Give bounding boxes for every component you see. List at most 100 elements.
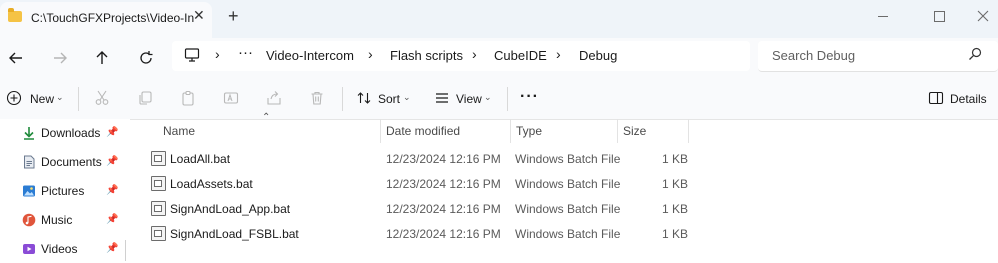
file-size: 1 KB xyxy=(662,202,689,216)
videos-icon xyxy=(22,242,36,256)
minimize-icon xyxy=(878,15,888,17)
rename-icon[interactable] xyxy=(221,88,241,108)
file-name: LoadAssets.bat xyxy=(170,177,253,191)
new-caret-icon[interactable]: ⌄ xyxy=(56,92,64,103)
column-header-name[interactable]: Name xyxy=(163,124,195,138)
file-size: 1 KB xyxy=(662,177,689,191)
breadcrumb-debug[interactable]: Debug xyxy=(579,48,617,63)
column-divider[interactable] xyxy=(688,119,689,143)
new-icon[interactable] xyxy=(4,88,24,108)
back-button[interactable] xyxy=(2,44,30,72)
file-size: 1 KB xyxy=(662,227,689,241)
nav-item-label: Downloads xyxy=(41,126,101,140)
file-type: Windows Batch File xyxy=(515,177,621,191)
breadcrumb-overflow[interactable]: ··· xyxy=(238,44,253,61)
up-button[interactable] xyxy=(88,44,116,72)
close-window-button[interactable] xyxy=(960,0,998,32)
batch-file-icon xyxy=(151,176,166,191)
column-header-type[interactable]: Type xyxy=(516,124,542,138)
file-name: SignAndLoad_App.bat xyxy=(170,202,291,216)
computer-icon xyxy=(184,47,200,66)
pin-icon: 📌 xyxy=(106,156,119,167)
pin-icon: 📌 xyxy=(106,243,119,254)
share-icon[interactable] xyxy=(264,88,284,108)
delete-icon[interactable] xyxy=(307,88,327,108)
file-row[interactable]: LoadAll.bat 12/23/2024 12:16 PM Windows … xyxy=(140,146,700,171)
nav-item-label: Music xyxy=(41,213,73,227)
minimize-button[interactable] xyxy=(860,0,906,32)
batch-file-icon xyxy=(151,201,166,216)
view-icon[interactable] xyxy=(432,88,452,108)
pin-icon: 📌 xyxy=(106,214,119,225)
file-row[interactable]: SignAndLoad_FSBL.bat 12/23/2024 12:16 PM… xyxy=(140,221,700,246)
breadcrumb-flash-scripts[interactable]: Flash scripts xyxy=(390,48,463,63)
nav-item-documents[interactable]: Documents 📌 xyxy=(22,152,122,176)
copy-icon[interactable] xyxy=(135,88,155,108)
file-row[interactable]: LoadAssets.bat 12/23/2024 12:16 PM Windo… xyxy=(140,171,700,196)
back-arrow-icon xyxy=(9,52,22,64)
column-header-date[interactable]: Date modified xyxy=(386,124,460,138)
file-row[interactable]: SignAndLoad_App.bat 12/23/2024 12:16 PM … xyxy=(140,196,700,221)
breadcrumb-chevron[interactable]: › xyxy=(215,46,220,62)
details-pane-icon[interactable] xyxy=(926,88,946,108)
file-name: SignAndLoad_FSBL.bat xyxy=(170,227,299,241)
pictures-icon xyxy=(22,184,36,198)
nav-item-label: Pictures xyxy=(41,184,85,198)
cut-icon[interactable] xyxy=(92,88,112,108)
more-options-button[interactable]: ··· xyxy=(520,88,539,106)
batch-file-icon xyxy=(151,151,166,166)
new-tab-button[interactable]: + xyxy=(228,6,239,27)
file-type: Windows Batch File xyxy=(515,202,621,216)
up-arrow-icon xyxy=(96,51,108,64)
nav-item-label: Videos xyxy=(41,242,78,256)
pin-icon: 📌 xyxy=(106,127,119,138)
column-header-size[interactable]: Size xyxy=(623,124,646,138)
nav-item-label: Documents xyxy=(41,155,102,169)
breadcrumb-chevron[interactable]: › xyxy=(368,46,373,62)
nav-item-videos[interactable]: Videos 📌 xyxy=(22,239,122,263)
breadcrumb-cubeide[interactable]: CubeIDE xyxy=(494,48,547,63)
file-type: Windows Batch File xyxy=(515,227,621,241)
pin-icon: 📌 xyxy=(106,185,119,196)
search-icon[interactable] xyxy=(968,47,982,64)
nav-item-music[interactable]: Music 📌 xyxy=(22,210,122,234)
column-divider[interactable] xyxy=(510,119,511,143)
refresh-button[interactable] xyxy=(132,44,160,72)
search-input[interactable]: Search Debug xyxy=(772,48,855,63)
details-button[interactable]: Details xyxy=(950,92,987,106)
new-button[interactable]: New xyxy=(30,92,54,106)
batch-file-icon xyxy=(151,226,166,241)
breadcrumb-chevron[interactable]: › xyxy=(472,46,477,62)
command-separator xyxy=(78,87,79,111)
nav-item-downloads[interactable]: Downloads 📌 xyxy=(22,123,122,147)
tab-title: C:\TouchGFXProjects\Video-In xyxy=(31,11,195,25)
view-caret-icon[interactable]: ⌄ xyxy=(484,92,492,103)
forward-arrow-icon xyxy=(54,52,67,64)
view-button[interactable]: View xyxy=(456,92,482,106)
close-icon xyxy=(977,10,989,22)
sort-icon[interactable] xyxy=(354,88,374,108)
file-name: LoadAll.bat xyxy=(170,152,231,166)
maximize-button[interactable] xyxy=(916,0,962,32)
paste-icon[interactable] xyxy=(178,88,198,108)
file-type: Windows Batch File xyxy=(515,152,621,166)
refresh-icon xyxy=(140,51,153,64)
nav-item-pictures[interactable]: Pictures 📌 xyxy=(22,181,122,205)
download-icon xyxy=(22,126,36,140)
sort-button[interactable]: Sort xyxy=(378,92,400,106)
forward-button[interactable] xyxy=(46,44,74,72)
command-separator xyxy=(507,87,508,111)
breadcrumb-video-intercom[interactable]: Video-Intercom xyxy=(266,48,354,63)
column-divider[interactable] xyxy=(380,119,381,143)
music-icon xyxy=(22,213,36,227)
column-divider[interactable] xyxy=(617,119,618,143)
breadcrumb-chevron[interactable]: › xyxy=(556,46,561,62)
file-size: 1 KB xyxy=(662,152,689,166)
documents-icon xyxy=(22,155,36,169)
pane-divider[interactable] xyxy=(125,240,126,261)
sort-caret-icon[interactable]: ⌄ xyxy=(403,92,411,103)
file-date: 12/23/2024 12:16 PM xyxy=(386,227,501,241)
file-date: 12/23/2024 12:16 PM xyxy=(386,202,501,216)
close-tab-icon[interactable]: ✕ xyxy=(193,7,205,24)
command-separator xyxy=(342,87,343,111)
